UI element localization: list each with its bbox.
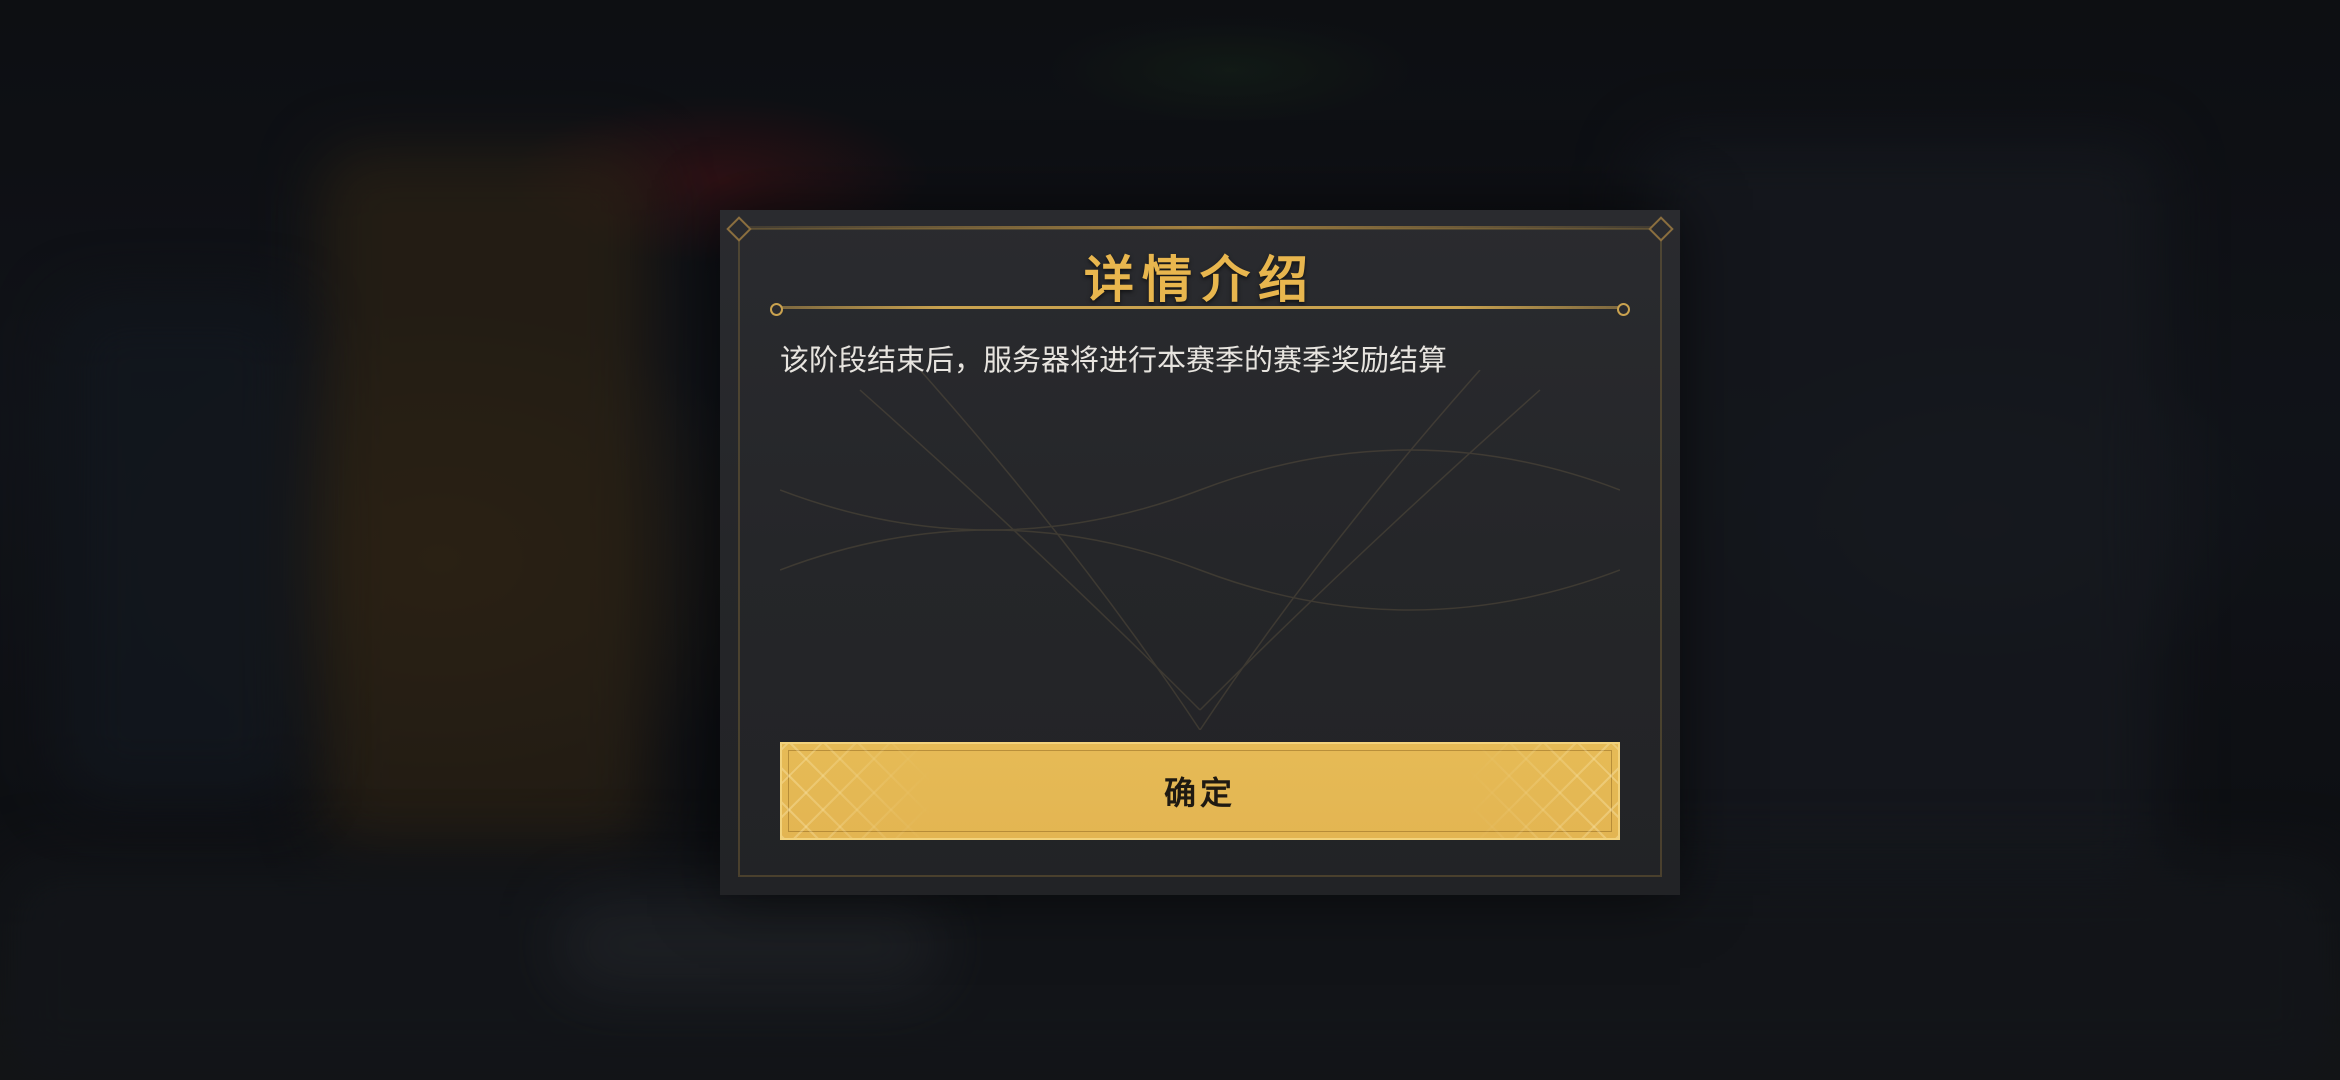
corner-ornament-icon xyxy=(726,216,752,242)
details-dialog: 详情介绍 该阶段结束后，服务器将进行本赛季的赛季奖励结算 确定 xyxy=(720,210,1680,895)
corner-ornament-icon xyxy=(1648,216,1674,242)
dialog-top-border xyxy=(738,226,1662,229)
dialog-message: 该阶段结束后，服务器将进行本赛季的赛季奖励结算 xyxy=(780,343,1448,377)
dialog-title: 详情介绍 xyxy=(1084,251,1316,309)
title-divider xyxy=(772,306,1628,309)
decorative-background-pattern xyxy=(780,370,1620,730)
confirm-button-label: 确定 xyxy=(1163,774,1236,812)
game-background: 详情介绍 该阶段结束后，服务器将进行本赛季的赛季奖励结算 确定 xyxy=(0,0,2340,1080)
divider-end-icon xyxy=(1617,303,1630,316)
confirm-button[interactable]: 确定 xyxy=(780,742,1620,840)
divider-end-icon xyxy=(770,303,783,316)
